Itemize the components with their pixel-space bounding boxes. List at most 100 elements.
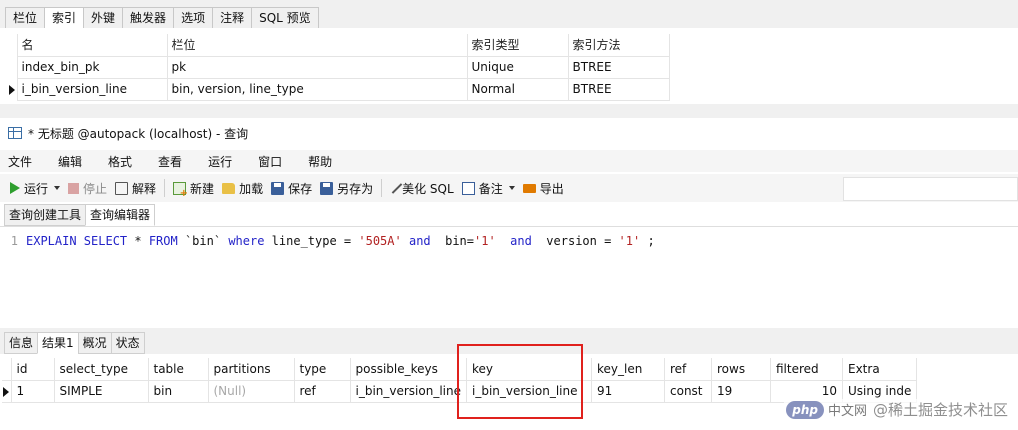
sql-editor[interactable]: 1 EXPLAIN SELECT * FROM `bin` where line… xyxy=(0,226,1018,328)
column-header-type[interactable]: type xyxy=(294,358,351,381)
toolbar-divider xyxy=(164,179,166,197)
menu-view[interactable]: 查看 xyxy=(158,153,182,170)
current-row-arrow-icon xyxy=(3,386,9,397)
php-logo-text: 中文网 xyxy=(827,404,867,419)
tab-sql-preview[interactable]: SQL 预览 xyxy=(251,7,319,29)
result-tabs: 信息 结果1 概况 状态 xyxy=(4,332,145,354)
note-label: 备注 xyxy=(478,181,503,196)
tab-result-1[interactable]: 结果1 xyxy=(37,332,78,354)
current-row-arrow-icon xyxy=(9,84,15,95)
index-method-cell[interactable]: BTREE xyxy=(568,78,670,101)
sql-token: * xyxy=(134,234,149,248)
watermark-text: @稀土掘金技术社区 xyxy=(872,401,1008,419)
column-header-ref[interactable]: ref xyxy=(664,358,712,381)
chevron-down-icon[interactable] xyxy=(508,186,515,190)
index-method-cell[interactable]: BTREE xyxy=(568,56,670,79)
index-name-cell[interactable]: i_bin_version_line xyxy=(17,78,168,101)
column-header-partitions[interactable]: partitions xyxy=(208,358,295,381)
menu-window[interactable]: 窗口 xyxy=(258,153,282,170)
menu-run[interactable]: 运行 xyxy=(208,153,232,170)
cell-table[interactable]: bin xyxy=(148,380,209,403)
magic-wand-icon xyxy=(391,182,403,194)
save-as-button[interactable]: 另存为 xyxy=(316,176,377,200)
tab-indexes[interactable]: 索引 xyxy=(44,7,84,29)
stop-icon xyxy=(68,182,80,194)
column-header-select-type[interactable]: select_type xyxy=(54,358,149,381)
column-header-key-len[interactable]: key_len xyxy=(591,358,665,381)
cell-select-type[interactable]: SIMPLE xyxy=(54,380,149,403)
table-row[interactable]: index_bin_pk pk Unique BTREE xyxy=(8,56,670,79)
save-as-icon xyxy=(320,181,334,195)
menu-format[interactable]: 格式 xyxy=(108,153,132,170)
tab-comment[interactable]: 注释 xyxy=(212,7,252,29)
run-button[interactable]: 运行 xyxy=(6,176,64,200)
php-logo: php xyxy=(786,400,824,419)
tab-query-editor[interactable]: 查询编辑器 xyxy=(85,204,156,226)
cell-rows[interactable]: 19 xyxy=(711,380,771,403)
save-button[interactable]: 保存 xyxy=(267,176,316,200)
tab-status[interactable]: 状态 xyxy=(110,332,145,354)
beautify-sql-button[interactable]: 美化 SQL xyxy=(386,176,458,200)
export-button[interactable]: 导出 xyxy=(519,176,568,200)
tab-options[interactable]: 选项 xyxy=(173,7,213,29)
menu-file[interactable]: 文件 xyxy=(8,153,32,170)
column-header-name[interactable]: 名 xyxy=(17,34,168,57)
tab-fields[interactable]: 栏位 xyxy=(5,7,45,29)
cell-possible-keys[interactable]: i_bin_version_line xyxy=(350,380,467,403)
query-sub-tabs: 查询创建工具 查询编辑器 xyxy=(4,204,156,226)
new-query-icon xyxy=(173,181,188,199)
index-fields-cell[interactable]: bin, version, line_type xyxy=(167,78,468,101)
cell-type[interactable]: ref xyxy=(294,380,351,403)
load-label: 加载 xyxy=(239,181,264,196)
column-header-id[interactable]: id xyxy=(11,358,55,381)
cell-id[interactable]: 1 xyxy=(11,380,55,403)
index-type-cell[interactable]: Normal xyxy=(467,78,569,101)
cell-key[interactable]: i_bin_version_line xyxy=(466,380,592,403)
tab-query-builder[interactable]: 查询创建工具 xyxy=(4,204,86,226)
load-button[interactable]: 加载 xyxy=(218,176,267,200)
toolbar-search-field[interactable] xyxy=(843,177,1018,201)
results-table: id select_type table partitions type pos… xyxy=(2,358,918,403)
export-label: 导出 xyxy=(539,181,564,196)
index-table-header: 名 栏位 索引类型 索引方法 xyxy=(8,34,670,57)
table-row[interactable]: i_bin_version_line bin, version, line_ty… xyxy=(8,78,670,101)
folder-icon xyxy=(222,182,236,194)
cell-ref[interactable]: const xyxy=(664,380,712,403)
column-header-index-method[interactable]: 索引方法 xyxy=(568,34,670,57)
tab-foreign-keys[interactable]: 外键 xyxy=(83,7,123,29)
code-line: 1 EXPLAIN SELECT * FROM `bin` where line… xyxy=(0,234,655,250)
explain-label: 解释 xyxy=(132,181,157,196)
row-marker xyxy=(2,380,12,403)
window-title: * 无标题 @autopack (localhost) - 查询 xyxy=(28,126,249,141)
chevron-down-icon[interactable] xyxy=(54,186,61,190)
tab-triggers[interactable]: 触发器 xyxy=(122,7,174,29)
column-header-possible-keys[interactable]: possible_keys xyxy=(350,358,467,381)
column-header-rows[interactable]: rows xyxy=(711,358,771,381)
tab-profile[interactable]: 概况 xyxy=(77,332,111,354)
row-marker xyxy=(2,358,12,381)
index-fields-cell[interactable]: pk xyxy=(167,56,468,79)
column-header-fields[interactable]: 栏位 xyxy=(167,34,468,57)
row-marker xyxy=(8,56,18,78)
tab-info[interactable]: 信息 xyxy=(4,332,38,354)
column-header-filtered[interactable]: filtered xyxy=(770,358,843,381)
column-header-index-type[interactable]: 索引类型 xyxy=(467,34,569,57)
menu-help[interactable]: 帮助 xyxy=(308,153,332,170)
new-button[interactable]: 新建 xyxy=(169,176,218,200)
sql-token: where xyxy=(228,234,272,248)
index-name-cell[interactable]: index_bin_pk xyxy=(17,56,168,79)
index-type-cell[interactable]: Unique xyxy=(467,56,569,79)
cell-key-len[interactable]: 91 xyxy=(591,380,665,403)
cell-partitions[interactable]: (Null) xyxy=(208,380,295,403)
column-header-extra[interactable]: Extra xyxy=(842,358,918,381)
sql-token: and xyxy=(408,234,431,248)
explain-button[interactable]: 解释 xyxy=(111,176,160,200)
note-button[interactable]: 备注 xyxy=(458,176,519,200)
menu-edit[interactable]: 编辑 xyxy=(58,153,82,170)
stop-button[interactable]: 停止 xyxy=(64,176,111,200)
column-header-table[interactable]: table xyxy=(148,358,209,381)
column-header-key[interactable]: key xyxy=(466,358,592,381)
table-row[interactable]: 1 SIMPLE bin (Null) ref i_bin_version_li… xyxy=(2,380,918,403)
